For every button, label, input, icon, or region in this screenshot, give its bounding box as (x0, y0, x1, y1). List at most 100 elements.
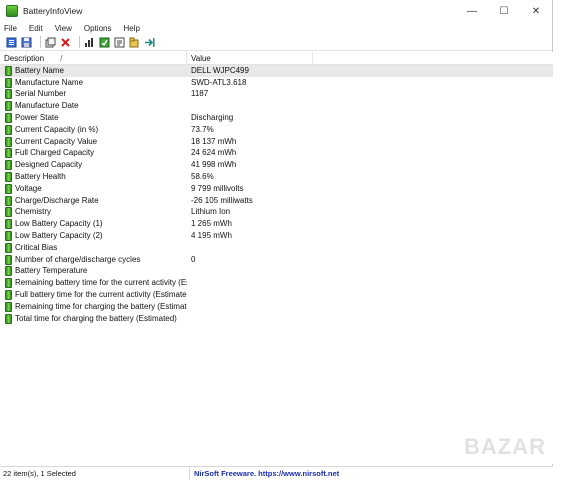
title-bar[interactable]: BatteryInfoView — ☐ ✕ (0, 0, 552, 22)
battery-icon (5, 231, 12, 242)
row-label: Critical Bias (15, 242, 58, 252)
row-value: 18 137 mWh (191, 136, 237, 146)
save-icon[interactable] (21, 37, 32, 48)
row-label: Current Capacity (in %) (15, 124, 99, 134)
battery-icon (5, 290, 12, 301)
row-label: Battery Name (15, 65, 64, 75)
row-value: 41 998 mWh (191, 160, 237, 170)
row-value: 1187 (191, 89, 209, 99)
row-value: -26 105 milliwatts (191, 195, 253, 205)
table-row[interactable]: Low Battery Capacity (2) 4 195 mWh (0, 230, 553, 242)
table-row[interactable]: Total time for charging the battery (Est… (0, 313, 553, 325)
row-label: Chemistry (15, 207, 52, 217)
row-label: Serial Number (15, 89, 67, 99)
row-label: Battery Temperature (15, 266, 88, 276)
row-label: Remaining battery time for the current a… (15, 278, 187, 288)
battery-icon (5, 301, 12, 312)
battery-icon (5, 254, 12, 265)
row-label: Charge/Discharge Rate (15, 195, 99, 205)
table-row[interactable]: Full Charged Capacity 24 624 mWh (0, 148, 553, 160)
table-row[interactable]: Battery Name DELL WJPC499 (0, 65, 553, 77)
chart-icon[interactable] (84, 37, 95, 48)
maximize-button[interactable]: ☐ (488, 0, 520, 22)
refresh-icon[interactable] (99, 37, 110, 48)
row-value: Discharging (191, 113, 234, 123)
row-value: Lithium Ion (191, 207, 231, 217)
menu-options[interactable]: Options (84, 24, 112, 33)
export-icon[interactable] (129, 37, 140, 48)
menu-edit[interactable]: Edit (29, 24, 43, 33)
row-label: Current Capacity Value (15, 136, 98, 146)
table-row[interactable]: Remaining battery time for the current a… (0, 277, 553, 289)
table-row[interactable]: Voltage 9 799 millivolts (0, 183, 553, 195)
toolbar (0, 34, 552, 51)
column-header-description-label: Description (4, 54, 45, 63)
battery-icon (5, 77, 12, 88)
copy-icon[interactable] (45, 37, 56, 48)
row-value: 73.7% (191, 124, 214, 134)
table-row[interactable]: Manufacture Name SWD-ATL3.618 (0, 77, 553, 89)
row-value: 9 799 millivolts (191, 183, 244, 193)
row-label: Number of charge/discharge cycles (15, 254, 141, 264)
battery-icon (5, 65, 12, 76)
table-row[interactable]: Current Capacity Value 18 137 mWh (0, 136, 553, 148)
battery-icon (5, 183, 12, 194)
row-label: Remaining time for charging the battery … (15, 301, 187, 311)
table-row[interactable]: Critical Bias (0, 242, 553, 254)
column-header-description[interactable]: Description / (0, 52, 187, 64)
status-bar: 22 item(s), 1 Selected NirSoft Freeware.… (0, 466, 553, 480)
row-value: 58.6% (191, 172, 214, 182)
row-value: DELL WJPC499 (191, 65, 249, 75)
battery-icon (5, 89, 12, 100)
table-row[interactable]: Designed Capacity 41 998 mWh (0, 159, 553, 171)
table-row[interactable]: Manufacture Date (0, 100, 553, 112)
minimize-button[interactable]: — (456, 0, 488, 22)
table-row[interactable]: Charge/Discharge Rate -26 105 milliwatts (0, 195, 553, 207)
battery-icon (5, 113, 12, 124)
row-value: 1 265 mWh (191, 219, 232, 229)
table-row[interactable]: Power State Discharging (0, 112, 553, 124)
row-label: Manufacture Name (15, 77, 84, 87)
battery-icon (5, 207, 12, 218)
row-value: 4 195 mWh (191, 231, 232, 241)
battery-icon (5, 278, 12, 289)
table-row[interactable]: Current Capacity (in %) 73.7% (0, 124, 553, 136)
table-row[interactable]: Full battery time for the current activi… (0, 289, 553, 301)
exit-icon[interactable] (144, 37, 155, 48)
battery-icon (5, 124, 12, 135)
close-button[interactable]: ✕ (520, 0, 552, 22)
menu-bar: File Edit View Options Help (0, 22, 552, 34)
battery-icon (5, 266, 12, 277)
row-label: Full Charged Capacity (15, 148, 95, 158)
table-row[interactable]: Battery Health 58.6% (0, 171, 553, 183)
battery-icon (5, 160, 12, 171)
table-row[interactable]: Serial Number 1187 (0, 89, 553, 101)
app-window: BatteryInfoView — ☐ ✕ File Edit View Opt… (0, 0, 553, 480)
row-label: Designed Capacity (15, 160, 83, 170)
row-label: Power State (15, 113, 59, 123)
bazar-watermark: BAZAR (464, 434, 546, 459)
battery-icon (5, 148, 12, 159)
properties-icon[interactable] (6, 37, 17, 48)
status-item-count: 22 item(s), 1 Selected (0, 467, 190, 480)
menu-help[interactable]: Help (123, 24, 139, 33)
row-label: Low Battery Capacity (1) (15, 219, 103, 229)
table-row[interactable]: Remaining time for charging the battery … (0, 301, 553, 313)
sort-indicator-icon: / (60, 54, 63, 63)
column-header-value[interactable]: Value (187, 52, 313, 64)
table-row[interactable]: Low Battery Capacity (1) 1 265 mWh (0, 218, 553, 230)
menu-view[interactable]: View (55, 24, 72, 33)
app-battery-icon (6, 5, 18, 17)
table-row[interactable]: Battery Temperature (0, 266, 553, 278)
battery-info-list[interactable]: Description / Value Battery Name DELL WJP… (0, 52, 553, 464)
row-value: 24 624 mWh (191, 148, 237, 158)
menu-file[interactable]: File (4, 24, 17, 33)
battery-icon (5, 219, 12, 230)
battery-icon (5, 242, 12, 253)
table-row[interactable]: Number of charge/discharge cycles 0 (0, 254, 553, 266)
table-row[interactable]: Chemistry Lithium Ion (0, 207, 553, 219)
nirsoft-link[interactable]: NirSoft Freeware. https://www.nirsoft.ne… (190, 469, 339, 478)
window-title: BatteryInfoView (23, 6, 83, 16)
report-icon[interactable] (114, 37, 125, 48)
delete-icon[interactable] (60, 37, 71, 48)
